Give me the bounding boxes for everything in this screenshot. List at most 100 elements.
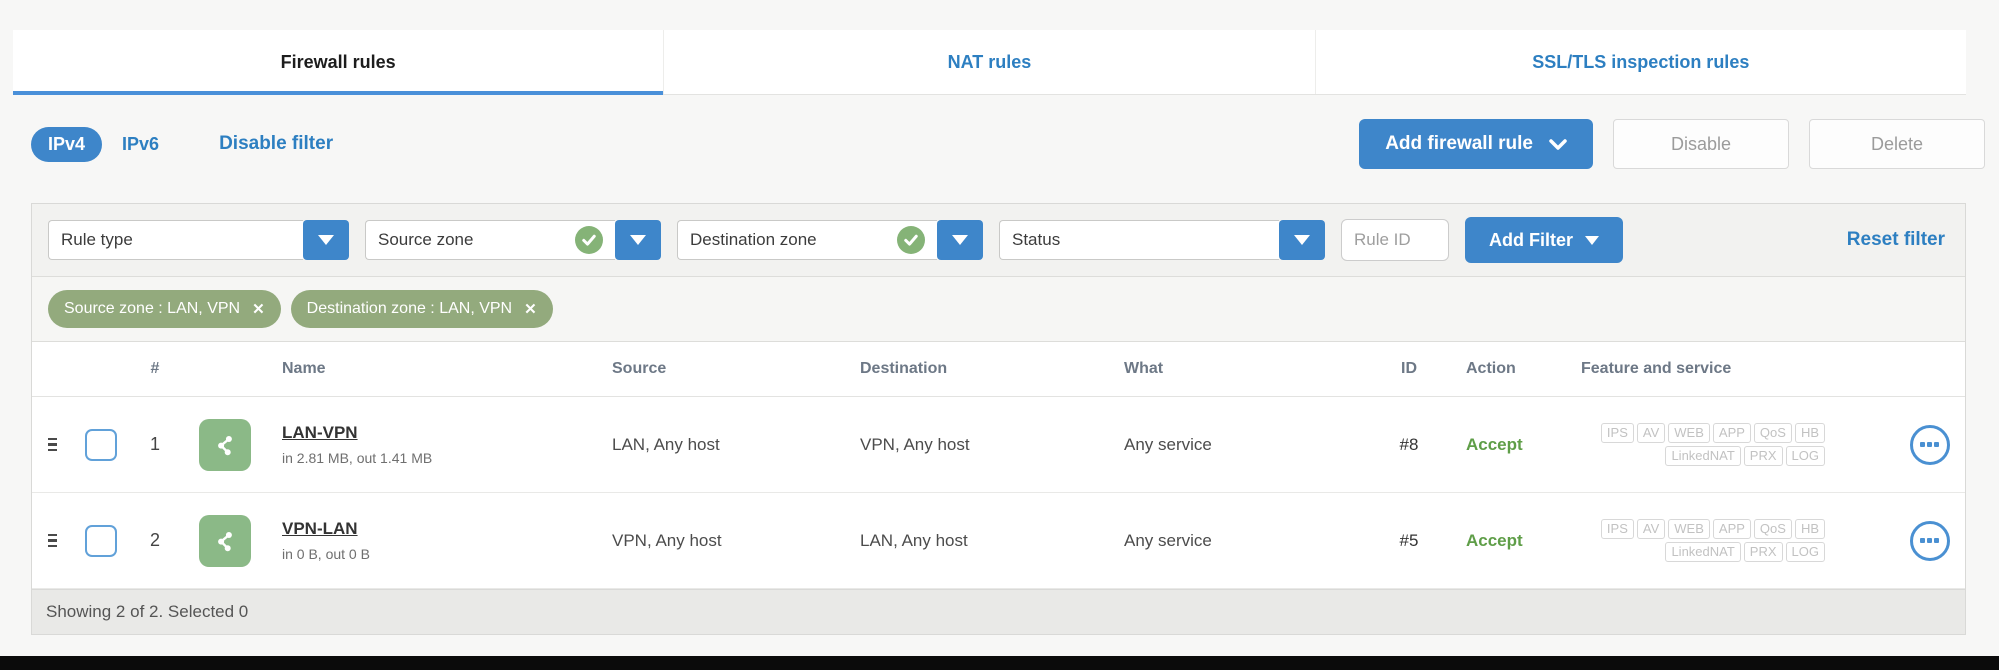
table-header: # Name Source Destination What ID Action…: [32, 342, 1965, 397]
rule-type-dropdown[interactable]: Rule type: [48, 220, 349, 260]
add-filter-label: Add Filter: [1489, 230, 1573, 251]
disable-button[interactable]: Disable: [1613, 119, 1789, 169]
header-action: Action: [1454, 360, 1569, 378]
dropdown-arrow-icon: [630, 235, 646, 245]
filter-bar: Rule type Source zone: [32, 204, 1965, 277]
table-row: 1 LAN-VPN in 2.81 MB, out 1.41 MB LAN, A…: [32, 397, 1965, 493]
ipv4-toggle[interactable]: IPv4: [31, 127, 102, 162]
feature-badge: LinkedNAT: [1665, 542, 1740, 562]
source-zone-dropdown[interactable]: Source zone: [365, 220, 661, 260]
source-zone-dropdown-value: Source zone: [365, 220, 615, 260]
rule-type-label: Rule type: [61, 230, 133, 250]
ipv6-toggle[interactable]: IPv6: [122, 134, 159, 155]
rule-type-dropdown-arrow[interactable]: [303, 220, 349, 260]
more-options-icon[interactable]: [1910, 521, 1950, 561]
firewall-rules-panel: Rule type Source zone: [31, 203, 1966, 635]
destination-zone-label: Destination zone: [690, 230, 817, 250]
rule-destination: LAN, Any host: [848, 531, 1112, 551]
feature-badge: HB: [1795, 423, 1825, 443]
feature-badge: WEB: [1668, 519, 1710, 539]
dropdown-arrow-icon: [1585, 236, 1599, 245]
drag-handle-icon[interactable]: [48, 534, 72, 548]
row-checkbox[interactable]: [85, 525, 117, 557]
header-feature-and-service: Feature and service: [1569, 360, 1894, 378]
rule-traffic: in 0 B, out 0 B: [282, 546, 600, 562]
feature-badge: PRX: [1744, 446, 1783, 466]
tab-nat-rules[interactable]: NAT rules: [663, 30, 1314, 94]
header-what: What: [1112, 360, 1364, 378]
window-bottom-edge: [0, 656, 1999, 670]
header-id: ID: [1364, 360, 1454, 378]
filter-applied-check-icon: [897, 226, 925, 254]
header-number: #: [130, 360, 180, 378]
add-firewall-rule-button[interactable]: Add firewall rule: [1359, 119, 1593, 169]
status-dropdown[interactable]: Status: [999, 220, 1325, 260]
feature-badge: WEB: [1668, 423, 1710, 443]
rule-name-link[interactable]: VPN-LAN: [282, 519, 600, 539]
chevron-down-icon: [1549, 139, 1567, 150]
rule-number: 1: [130, 434, 180, 455]
rule-id-input[interactable]: [1341, 219, 1449, 261]
tab-ssl-tls-inspection-rules[interactable]: SSL/TLS inspection rules: [1315, 30, 1966, 94]
rule-name-link[interactable]: LAN-VPN: [282, 423, 600, 443]
feature-badges: IPSAVWEBAPPQoSHBLinkedNATPRXLOG: [1593, 519, 1825, 562]
rule-number: 2: [130, 530, 180, 551]
rule-traffic: in 2.81 MB, out 1.41 MB: [282, 450, 600, 466]
feature-badge: AV: [1637, 423, 1665, 443]
filter-tag-label: Source zone : LAN, VPN: [64, 300, 240, 318]
feature-badge: LOG: [1786, 542, 1825, 562]
tab-firewall-rules[interactable]: Firewall rules: [13, 30, 663, 94]
rule-what: Any service: [1112, 435, 1364, 455]
dropdown-arrow-icon: [318, 235, 334, 245]
more-options-icon[interactable]: [1910, 425, 1950, 465]
source-zone-label: Source zone: [378, 230, 473, 250]
feature-badge: QoS: [1754, 423, 1792, 443]
header-source: Source: [600, 360, 848, 378]
disable-filter-link[interactable]: Disable filter: [219, 133, 333, 155]
table-row: 2 VPN-LAN in 0 B, out 0 B VPN, Any host: [32, 493, 1965, 589]
status-dropdown-arrow[interactable]: [1279, 220, 1325, 260]
feature-badge: HB: [1795, 519, 1825, 539]
destination-zone-dropdown-arrow[interactable]: [937, 220, 983, 260]
feature-badge: LinkedNAT: [1665, 446, 1740, 466]
network-rule-icon: [199, 419, 251, 471]
close-icon[interactable]: ✕: [524, 300, 537, 318]
active-filters-row: Source zone : LAN, VPN ✕ Destination zon…: [32, 277, 1965, 342]
feature-badge: IPS: [1601, 519, 1634, 539]
rule-action: Accept: [1454, 435, 1569, 455]
rule-what: Any service: [1112, 531, 1364, 551]
dropdown-arrow-icon: [1294, 235, 1310, 245]
feature-badge: LOG: [1786, 446, 1825, 466]
rule-source: LAN, Any host: [600, 435, 848, 455]
firewall-rules-page: Firewall rules NAT rules SSL/TLS inspect…: [0, 0, 1999, 670]
add-filter-button[interactable]: Add Filter: [1465, 217, 1623, 263]
feature-badges: IPSAVWEBAPPQoSHBLinkedNATPRXLOG: [1593, 423, 1825, 466]
network-rule-icon: [199, 515, 251, 567]
destination-zone-dropdown-value: Destination zone: [677, 220, 937, 260]
table-footer-status: Showing 2 of 2. Selected 0: [32, 589, 1965, 634]
dropdown-arrow-icon: [952, 235, 968, 245]
close-icon[interactable]: ✕: [252, 300, 265, 318]
rule-source: VPN, Any host: [600, 531, 848, 551]
rule-destination: VPN, Any host: [848, 435, 1112, 455]
filter-applied-check-icon: [575, 226, 603, 254]
feature-badge: PRX: [1744, 542, 1783, 562]
feature-badge: APP: [1713, 519, 1751, 539]
feature-badge: IPS: [1601, 423, 1634, 443]
destination-zone-dropdown[interactable]: Destination zone: [677, 220, 983, 260]
toolbar-actions: Add firewall rule Disable Delete: [1359, 119, 1985, 169]
toolbar: IPv4 IPv6 Disable filter Add firewall ru…: [31, 118, 1985, 170]
row-checkbox[interactable]: [85, 429, 117, 461]
rule-id: #8: [1364, 435, 1454, 455]
header-name: Name: [270, 360, 600, 378]
drag-handle-icon[interactable]: [48, 438, 72, 452]
rules-tabbar: Firewall rules NAT rules SSL/TLS inspect…: [13, 30, 1966, 95]
reset-filter-link[interactable]: Reset filter: [1847, 229, 1949, 251]
status-dropdown-value: Status: [999, 220, 1279, 260]
filter-tag-source-zone: Source zone : LAN, VPN ✕: [48, 290, 281, 328]
feature-badge: AV: [1637, 519, 1665, 539]
filter-tag-label: Destination zone : LAN, VPN: [307, 300, 512, 318]
source-zone-dropdown-arrow[interactable]: [615, 220, 661, 260]
rule-action: Accept: [1454, 531, 1569, 551]
delete-button[interactable]: Delete: [1809, 119, 1985, 169]
